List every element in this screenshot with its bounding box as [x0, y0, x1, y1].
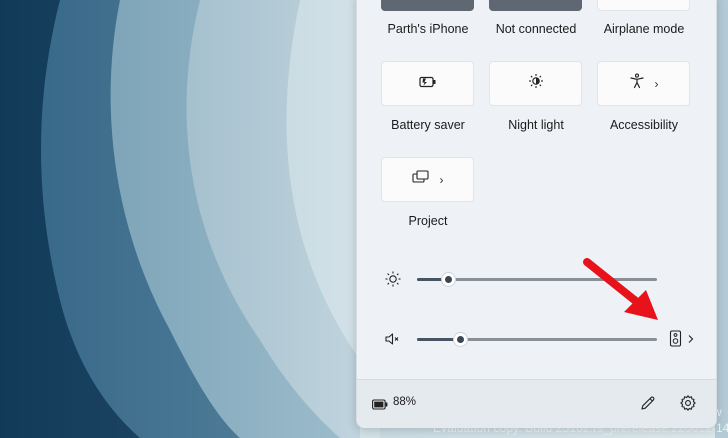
edit-quick-settings-button[interactable] [639, 394, 657, 417]
project-icon [411, 170, 430, 189]
audio-output-button[interactable] [668, 328, 708, 350]
tile-night-light-label: Night light [508, 118, 564, 132]
tile-night-light[interactable] [489, 61, 582, 106]
tile-wifi-toggle[interactable] [489, 0, 582, 11]
battery-saver-icon [418, 75, 437, 93]
tile-battery-saver[interactable] [381, 61, 474, 106]
chevron-right-icon: › [654, 76, 659, 91]
red-annotation-arrow [583, 258, 658, 320]
gear-icon [680, 395, 696, 411]
battery-icon[interactable] [372, 397, 388, 415]
volume-slider-row [357, 327, 715, 351]
brightness-thumb[interactable] [441, 272, 457, 287]
chevron-right-icon: › [439, 172, 444, 187]
tile-accessibility-label: Accessibility [609, 118, 679, 132]
tile-airplane-toggle[interactable] [597, 0, 690, 11]
quick-settings-footer: 88% [357, 379, 716, 428]
speaker-icon [669, 330, 694, 347]
tile-wifi-label: Not connected [495, 22, 577, 36]
night-light-icon [528, 73, 544, 94]
battery-percentage: 88% [393, 396, 417, 408]
tile-project[interactable]: › [381, 157, 474, 202]
accessibility-icon [629, 73, 645, 94]
volume-thumb[interactable] [453, 332, 469, 347]
brightness-icon [384, 270, 402, 288]
volume-muted-icon [384, 330, 402, 348]
pencil-icon [641, 396, 655, 410]
tile-battery-saver-label: Battery saver [391, 118, 465, 132]
settings-button[interactable] [679, 394, 697, 417]
tile-airplane-label: Airplane mode [603, 22, 685, 36]
tile-accessibility[interactable]: › [597, 61, 690, 106]
tile-project-label: Project [408, 214, 448, 228]
tile-bluetooth-label: Parth's iPhone [387, 22, 469, 36]
quick-settings-panel: Parth's iPhone Not connected Airplane mo… [356, 0, 717, 428]
tile-bluetooth-toggle[interactable] [381, 0, 474, 11]
